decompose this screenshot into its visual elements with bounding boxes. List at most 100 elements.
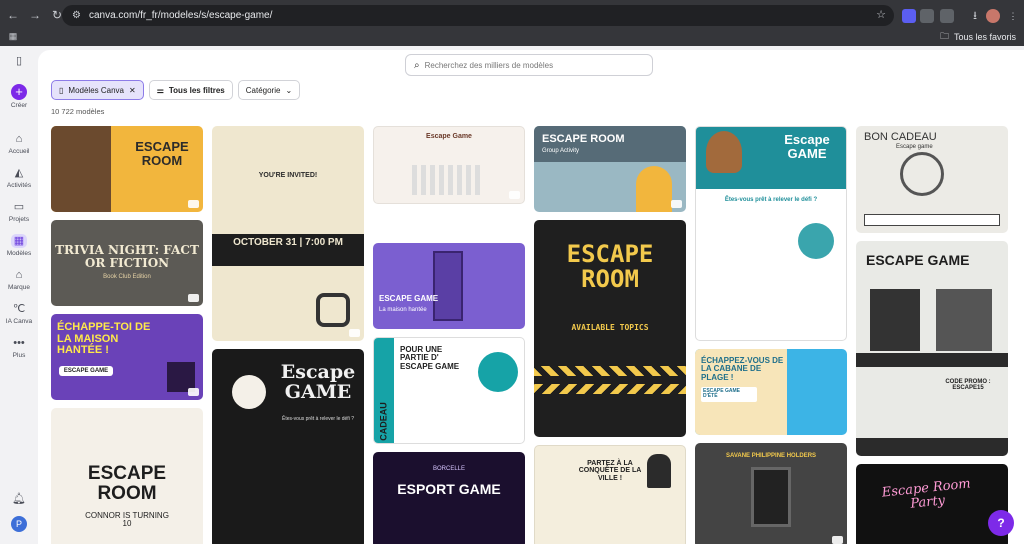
template-card[interactable]: ESCAPE ROOM CONNOR IS TURNING 10 <box>51 408 203 544</box>
card-title: ESPORT GAME <box>397 481 501 497</box>
forward-icon[interactable]: → <box>26 6 44 24</box>
main-panel: ⌕ Recherchez des milliers de modèles ▯ Mo… <box>38 50 1024 544</box>
search-input[interactable]: ⌕ Recherchez des milliers de modèles <box>405 54 653 76</box>
rail-item-home[interactable]: ⌂ Accueil <box>0 132 38 155</box>
rail-label: Projets <box>8 216 30 223</box>
template-card[interactable]: BON CADEAU POUR UNE PARTIE D' ESCAPE GAM… <box>373 337 525 444</box>
card-subtitle: Group Activity <box>542 148 580 154</box>
create-label: Créer <box>10 102 28 109</box>
rail-label: Activités <box>6 182 32 189</box>
template-card[interactable]: Escape Game <box>373 126 525 204</box>
template-card[interactable]: ESCAPE ROOM <box>51 126 203 212</box>
template-card[interactable]: ESCAPE ROOM AVAILABLE TOPICS <box>534 220 686 437</box>
card-title: ESCAPE ROOM <box>87 463 167 504</box>
create-button[interactable]: + Créer <box>0 84 38 109</box>
template-card[interactable]: PARTEZ À LA CONQUÊTE DE LA VILLE ! <box>534 445 686 544</box>
url-text: canva.com/fr_fr/modeles/s/escape-game/ <box>88 10 273 21</box>
template-badge <box>831 328 842 336</box>
rail-item-ai[interactable]: ℃ IA Canva <box>0 302 38 325</box>
site-info-icon[interactable]: ⚙ <box>72 10 81 21</box>
card-title: ESCAPE ROOM <box>542 133 625 145</box>
filter-label: Catégorie <box>245 85 281 95</box>
toggle-sidebar-icon[interactable]: ▯ <box>0 54 38 70</box>
template-card[interactable]: SAVANE PHILIPPINE HOLDERS <box>695 443 847 544</box>
puzzle-icon[interactable] <box>940 9 954 23</box>
card-subtitle: Êtes-vous prêt à relever le défi ? <box>724 197 818 203</box>
apps-icon[interactable]: ▦ <box>6 29 20 43</box>
download-icon[interactable]: ⭳ <box>968 9 982 23</box>
notifications-icon[interactable]: 🔔︎ <box>0 492 38 508</box>
filter-canva-models[interactable]: ▯ Modèles Canva ✕ <box>51 80 144 100</box>
user-avatar[interactable]: P <box>0 516 38 534</box>
card-subtitle: Escape game <box>896 144 933 150</box>
rail-item-brand[interactable]: ⌂ Marque <box>0 268 38 291</box>
template-card[interactable]: ESCAPE GAME CODE PROMO : ESCAPE15 <box>856 241 1008 456</box>
category-dropdown[interactable]: Catégorie ⌄ <box>237 80 301 100</box>
extension-icon[interactable] <box>920 9 934 23</box>
bookmarks-label: Tous les favoris <box>953 32 1016 42</box>
rail-label: IA Canva <box>5 318 33 325</box>
card-subtitle: AVAILABLE TOPICS <box>571 323 649 332</box>
more-icon: ••• <box>13 337 25 349</box>
template-card[interactable]: YOU'RE INVITED! OCTOBER 31 | 7:00 PM <box>212 126 364 341</box>
template-card[interactable]: Escape GAME Êtes-vous prêt à relever le … <box>212 349 364 544</box>
search-icon: ⌕ <box>414 59 420 71</box>
card-subtitle: BORCELLE <box>432 466 465 472</box>
card-title: ESCAPE ROOM <box>135 139 189 168</box>
activity-icon: ◭ <box>14 167 24 179</box>
template-card[interactable]: ESCAPE GAME La maison hantée <box>373 243 525 329</box>
extension-icon[interactable] <box>902 9 916 23</box>
card-title: Escape GAME <box>280 361 356 403</box>
all-filters-button[interactable]: ⚌ Tous les filtres <box>148 80 233 100</box>
card-title: Escape Game <box>426 133 472 140</box>
template-card[interactable]: ÉCHAPPE-TOI DE LA MAISON HANTÉE ! ESCAPE… <box>51 314 203 400</box>
card-title: ESCAPE ROOM <box>566 240 654 294</box>
template-badge <box>349 329 360 337</box>
template-badge <box>671 200 682 208</box>
card-subtitle: OCTOBER 31 | 7:00 PM <box>233 237 343 248</box>
canva-page: ▯ + Créer ⌂ Accueil ◭ Activités ▭ Projets ▦ M… <box>0 46 1024 544</box>
template-badge <box>509 191 520 199</box>
back-icon[interactable]: ← <box>4 6 22 24</box>
card-subtitle: ESCAPE GAME D'ÉTÉ <box>701 387 757 402</box>
folder-icon: 🗀 <box>939 31 949 41</box>
template-card[interactable]: BON CADEAU Escape game <box>856 126 1008 233</box>
card-subtitle: Book Club Edition <box>103 274 151 280</box>
card-title: PARTEZ À LA CONQUÊTE DE LA VILLE ! <box>578 460 642 482</box>
rail-label: Marque <box>7 284 31 291</box>
bookmark-star-icon[interactable]: ☆ <box>876 8 886 21</box>
template-badge <box>188 388 199 396</box>
rail-item-projects[interactable]: ▭ Projets <box>0 200 38 223</box>
card-title: ESCAPE GAME <box>866 252 970 268</box>
rail-label: Modèles <box>6 250 32 257</box>
rail-item-templates[interactable]: ▦ Modèles <box>0 234 38 257</box>
ai-icon: ℃ <box>12 303 26 315</box>
menu-icon[interactable]: ⋮ <box>1006 9 1020 23</box>
card-subtitle: ESCAPE GAME <box>59 366 113 377</box>
card-title: Escape Room Party <box>881 476 972 512</box>
card-subtitle: CODE PROMO : ESCAPE15 <box>945 379 991 392</box>
profile-avatar[interactable] <box>986 9 1000 23</box>
card-title: ÉCHAPPEZ-VOUS DE LA CABANE DE PLAGE ! <box>701 356 784 382</box>
card-title: BON CADEAU <box>864 131 937 143</box>
template-card[interactable]: ÉCHAPPEZ-VOUS DE LA CABANE DE PLAGE ! ES… <box>695 349 847 435</box>
left-rail: ▯ + Créer ⌂ Accueil ◭ Activités ▭ Projets ▦ M… <box>0 46 38 544</box>
card-title: YOU'RE INVITED! <box>258 172 318 179</box>
address-bar[interactable]: ⚙ canva.com/fr_fr/modeles/s/escape-game/… <box>62 5 894 26</box>
template-card[interactable]: BORCELLE ESPORT GAME <box>373 452 525 544</box>
rail-item-activity[interactable]: ◭ Activités <box>0 166 38 189</box>
browser-chrome: ← → ↻ ⚙ canva.com/fr_fr/modeles/s/escape… <box>0 0 1024 50</box>
template-card[interactable]: TRIVIA NIGHT: FACT OR FICTION Book Club … <box>51 220 203 306</box>
help-button[interactable]: ? <box>988 510 1014 536</box>
all-bookmarks[interactable]: 🗀 Tous les favoris <box>940 29 1016 45</box>
home-icon: ⌂ <box>15 133 23 145</box>
template-card[interactable]: ESCAPE ROOM Group Activity <box>534 126 686 212</box>
close-icon[interactable]: ✕ <box>129 86 136 95</box>
card-title: ESCAPE GAME <box>379 294 439 303</box>
results-count: 10 722 modèles <box>51 107 105 116</box>
template-card[interactable]: Escape Room Party <box>856 464 1008 544</box>
sliders-icon: ⚌ <box>156 85 164 95</box>
filter-label: Tous les filtres <box>168 85 225 95</box>
template-card[interactable]: Escape GAME Êtes-vous prêt à relever le … <box>695 126 847 341</box>
rail-item-more[interactable]: ••• Plus <box>0 336 38 359</box>
